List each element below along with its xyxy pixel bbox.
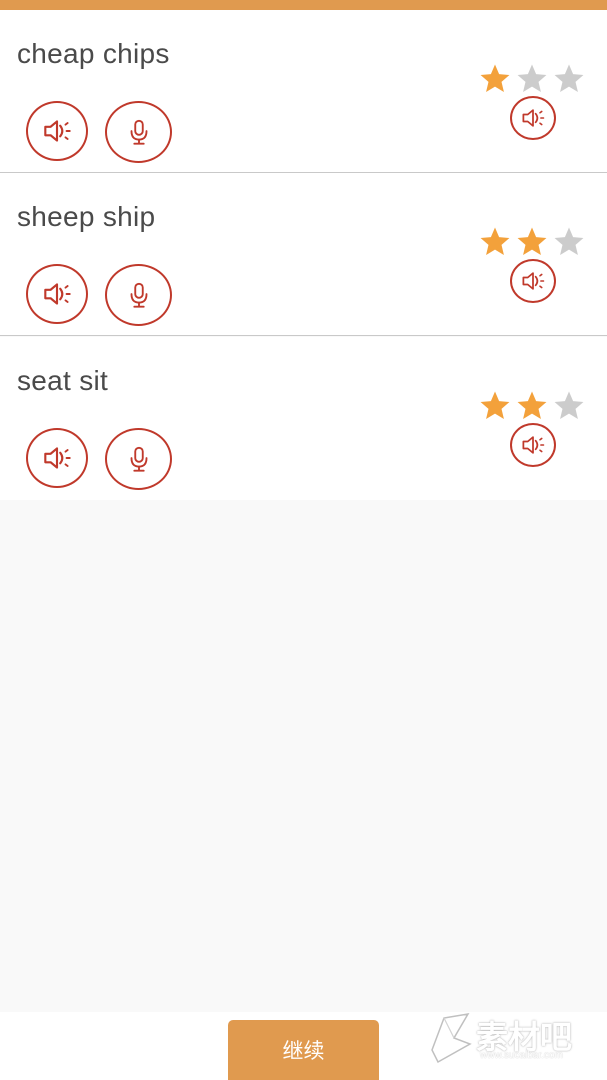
star-rating (478, 225, 588, 259)
speaker-icon (44, 447, 71, 469)
star-rating (478, 62, 588, 96)
play-recording-button[interactable] (510, 259, 556, 303)
speaker-icon (522, 272, 545, 290)
phrase-text: cheap chips (17, 38, 170, 69)
watermark: 素材吧 www.sucaibar.com (424, 1006, 594, 1068)
microphone-icon (130, 282, 147, 308)
play-recording-button[interactable] (510, 423, 556, 467)
watermark-logo-icon (431, 1012, 472, 1064)
play-sample-button[interactable] (26, 101, 88, 161)
star-empty-icon (552, 225, 586, 259)
speaker-icon (44, 120, 71, 142)
star-empty-icon (552, 389, 586, 423)
play-recording-button[interactable] (510, 96, 556, 140)
phrase-card: sheep ship (0, 173, 607, 336)
star-filled-icon (515, 389, 549, 423)
continue-button[interactable]: 继续 (228, 1020, 379, 1080)
record-button[interactable] (105, 101, 172, 163)
play-sample-button[interactable] (26, 428, 88, 488)
speaker-icon (522, 436, 545, 454)
phrase-card: seat sit (0, 337, 607, 500)
phrase-card: cheap chips (0, 10, 607, 173)
phrase-text: sheep ship (17, 201, 156, 232)
star-filled-icon (478, 389, 512, 423)
top-accent-bar (0, 0, 607, 10)
record-button[interactable] (105, 428, 172, 490)
star-filled-icon (515, 225, 549, 259)
star-empty-icon (552, 62, 586, 96)
phrase-text: seat sit (17, 365, 109, 396)
star-filled-icon (478, 225, 512, 259)
watermark-url: www.sucaibar.com (480, 1050, 563, 1061)
speaker-icon (522, 109, 545, 127)
microphone-icon (130, 446, 147, 472)
star-empty-icon (515, 62, 549, 96)
star-rating (478, 389, 588, 423)
speaker-icon (44, 283, 71, 305)
play-sample-button[interactable] (26, 264, 88, 324)
record-button[interactable] (105, 264, 172, 326)
star-filled-icon (478, 62, 512, 96)
microphone-icon (130, 119, 147, 145)
